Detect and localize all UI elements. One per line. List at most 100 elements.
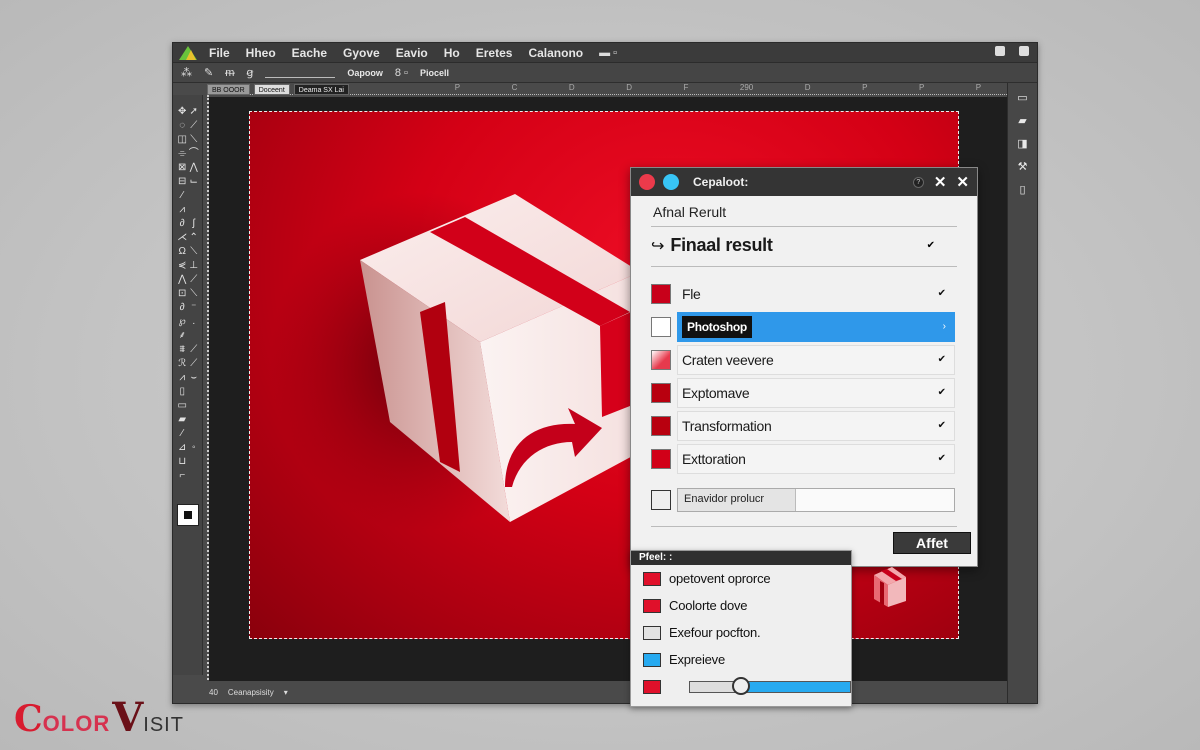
layers-icon[interactable]: ▭ [1017,91,1027,104]
doc-tab-2[interactable]: Doceent [253,83,290,95]
blur-tool-icon[interactable]: ⩘ [177,203,188,217]
document-icon[interactable]: ▯ [1019,183,1025,196]
stamp-tool-icon[interactable]: ⊟ [177,175,188,189]
maximize-icon[interactable] [1019,46,1029,56]
folder-icon[interactable]: ▰ [1018,114,1026,127]
name-input[interactable]: Enavidor prolucr [677,487,955,512]
option-row-6[interactable]: Exttoration ✔ [651,442,955,475]
quick-select-icon[interactable]: ◫ [177,133,188,147]
menu-item-5[interactable]: Eavio [396,46,428,60]
option-label-2[interactable]: Piocell [420,68,449,78]
color-replace-icon[interactable]: ⟋ [189,343,200,357]
edit-toolbar-icon[interactable] [189,455,200,469]
artboard-icon[interactable]: ▭ [177,399,188,413]
option-label[interactable]: Oapoow [347,68,383,78]
option-row-transformation[interactable]: Transformation ✔ [651,409,955,442]
subpanel-item[interactable]: Expreieve [631,646,851,673]
note-tool-icon[interactable]: ⋞ [177,259,188,273]
pencil-tool-icon[interactable]: ∕ [177,427,188,441]
mask-tool-icon[interactable]: ⁻ [189,301,200,315]
zoom-level[interactable]: 40 [209,688,218,697]
spot-heal-icon[interactable]: ⸙ [177,329,188,343]
screen-mode-icon[interactable]: ▯ [177,385,188,399]
opacity-slider[interactable] [689,676,851,695]
magnetic-lasso-icon[interactable]: ℛ [177,357,188,371]
add-anchor-icon[interactable]: ⌣ [189,371,200,385]
doc-tab-1[interactable]: BB OOOR [207,83,250,95]
close-dot-button[interactable] [639,174,655,190]
size-slider[interactable] [265,68,336,78]
rectangle-icon[interactable]: ⊿ [177,441,188,455]
checkbox[interactable] [651,489,671,510]
dodge-tool-icon[interactable] [189,203,200,217]
foreground-color-swatch[interactable] [177,504,199,526]
menu-file[interactable]: File [209,46,230,60]
option-row-4[interactable]: Exptomave ✔ [651,376,955,409]
minimize-icon[interactable] [995,46,1005,56]
menu-item-2[interactable]: Hheo [246,46,276,60]
adjustments-icon[interactable]: ⚒ [1018,160,1028,173]
3d-camera-icon[interactable]: ⟋ [189,273,200,287]
rotate-view-icon[interactable]: ∂ [177,301,188,315]
help-icon[interactable]: ? [912,176,924,188]
option-row-photoshop[interactable]: Photoshop › [651,310,955,343]
tool-preset-icon[interactable]: ⁂ [181,66,192,79]
gradient-tool-icon[interactable] [189,189,200,203]
patch-tool-icon[interactable] [189,329,200,343]
vertical-type-icon[interactable]: ▰ [177,413,188,427]
shape-tool-icon[interactable]: ⌃ [189,231,200,245]
3d-tool-icon[interactable]: ⋀ [177,273,188,287]
mixer-brush-icon[interactable] [189,413,200,427]
red-eye-icon[interactable]: ⩩ [177,343,188,357]
frame-icon[interactable] [189,399,200,413]
color-sampler-icon[interactable]: ⟍ [189,287,200,301]
object-select-icon[interactable] [189,427,200,441]
move-tool-icon[interactable]: ✥ [177,105,188,119]
menu-item-8[interactable]: Calanono [528,46,583,60]
smudge-tool-icon[interactable]: ℘ [177,315,188,329]
path-select-icon[interactable]: ⋌ [177,231,188,245]
close-icon[interactable]: ✕ [934,173,947,191]
lasso-icon[interactable]: ꞡ [246,66,253,79]
bucket-icon[interactable]: ⊔ [177,455,188,469]
slider-knob[interactable] [732,676,751,695]
properties-icon[interactable]: ◨ [1017,137,1027,150]
doc-tab-3[interactable]: Deama SX Lai [293,83,349,95]
apply-button[interactable]: Affet [893,532,971,554]
menu-item-4[interactable]: Gyove [343,46,380,60]
arrow-tool-icon[interactable]: ➚ [189,105,200,119]
swap-icon[interactable] [189,469,200,483]
healing-icon[interactable]: ⊠ [177,161,188,175]
quick-mask-icon[interactable] [189,385,200,399]
subpanel-item[interactable]: Coolorte dove [631,592,851,619]
type-tool-icon[interactable]: ʃ [189,217,200,231]
freeform-pen-icon[interactable]: ⩘ [177,371,188,385]
count-tool-icon[interactable]: ⊥ [189,259,200,273]
menu-item-7[interactable]: Eretes [476,46,513,60]
status-menu-icon[interactable]: ▾ [284,688,288,697]
marquee-tool-icon[interactable]: ◌ [177,119,188,133]
zoom-tool-icon[interactable]: ⟍ [189,245,200,259]
close-icon-2[interactable]: ✕ [956,173,969,191]
ruler-tool-icon[interactable]: ⊡ [177,287,188,301]
eraser-tool-icon[interactable]: ∕ [177,189,188,203]
workspace-toggle-icon[interactable]: ▬ ▫ [599,47,617,59]
polygon-lasso-icon[interactable]: ⟋ [189,357,200,371]
option-row-file[interactable]: Fle ✔ [651,277,955,310]
document-info[interactable]: Ceanapsisity [228,688,274,697]
eyedropper-icon[interactable]: ⌯ [177,147,188,161]
menu-item-3[interactable]: Eache [292,46,327,60]
mode-icon[interactable]: ᵯ [225,67,234,79]
options-icon[interactable]: 8 ▫ [395,67,408,79]
pen-tool-icon[interactable]: ∂ [177,217,188,231]
lasso-tool-icon[interactable]: ⟋ [189,119,200,133]
lock-icon[interactable]: ⌐ [177,469,188,483]
sponge-tool-icon[interactable]: . [189,315,200,329]
settings-dot-icon[interactable]: ◦ [189,441,200,455]
history-brush-icon[interactable]: ⌙ [189,175,200,189]
brush-icon[interactable]: ✎ [204,66,213,79]
minimize-dot-button[interactable] [663,174,679,190]
subpanel-item[interactable]: opetovent oprorce [631,565,851,592]
brush-tool-icon[interactable]: ⋀ [189,161,200,175]
menu-item-6[interactable]: Ho [444,46,460,60]
